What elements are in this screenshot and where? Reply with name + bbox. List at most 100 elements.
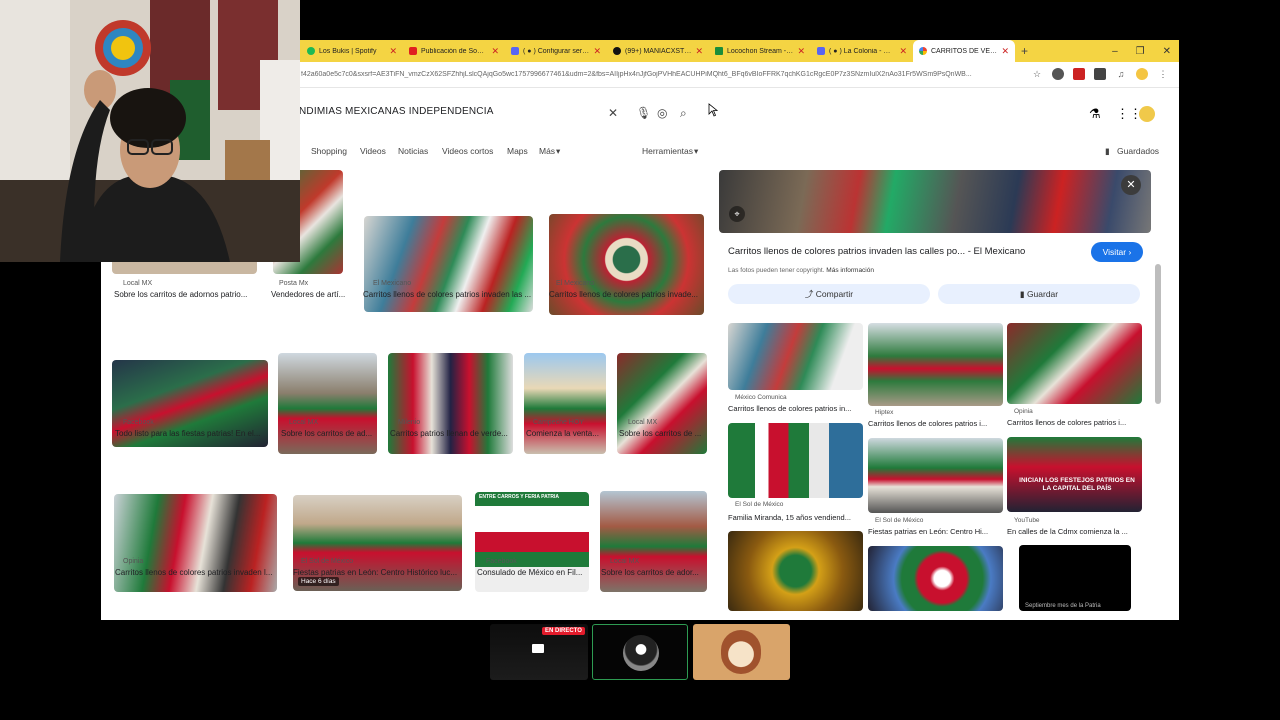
image-result[interactable] xyxy=(114,494,277,592)
close-tab-icon[interactable]: ✕ xyxy=(899,46,907,57)
visit-button[interactable]: Visitar › xyxy=(1091,242,1143,262)
search-icon[interactable]: ⌕ xyxy=(680,106,687,121)
related-image[interactable] xyxy=(728,423,863,498)
guest-source[interactable] xyxy=(693,624,790,680)
media-icon[interactable]: ♫ xyxy=(1115,68,1127,80)
clear-search-icon[interactable]: ✕ xyxy=(608,106,618,120)
filter-mas[interactable]: Más xyxy=(539,146,555,156)
related-image[interactable] xyxy=(868,546,1003,611)
lens-icon[interactable]: ◎ xyxy=(657,106,667,120)
preview-title[interactable]: Carritos llenos de colores patrios invad… xyxy=(728,246,1025,257)
result-title[interactable]: Sobre los carritos de ad... xyxy=(281,429,381,438)
menu-icon[interactable]: ⋮ xyxy=(1157,68,1169,80)
new-tab-button[interactable]: + xyxy=(1021,44,1028,58)
close-tab-icon[interactable]: ✕ xyxy=(1001,46,1009,57)
screen-source[interactable]: EN DIRECTO xyxy=(490,624,588,680)
result-source: Local MX xyxy=(123,280,153,287)
result-title[interactable]: Carritos llenos de colores patrios invad… xyxy=(363,290,533,299)
related-source: Hiptex xyxy=(875,409,894,416)
result-source: Local MX xyxy=(628,419,658,426)
profile-icon[interactable] xyxy=(1136,68,1148,80)
url-text[interactable]: f42a60a0e5c7c0&sxsrf=AE3TiFN_vmzCzX62SFZ… xyxy=(301,71,1021,78)
stream-sources-bar: EN DIRECTO xyxy=(490,624,790,680)
image-result[interactable] xyxy=(388,353,513,454)
related-image[interactable] xyxy=(868,323,1003,406)
camera-source[interactable] xyxy=(592,624,688,680)
preview-image[interactable]: ⌖ ✕ xyxy=(719,170,1151,233)
related-image[interactable] xyxy=(728,531,863,611)
minimize-icon[interactable]: – xyxy=(1112,46,1118,57)
filter-videos-cortos[interactable]: Videos cortos xyxy=(442,146,493,156)
tab-discord-colonia[interactable]: ( ● ) La Colonia - Rol... ✕ xyxy=(811,40,913,62)
image-result[interactable] xyxy=(524,353,606,454)
result-title[interactable]: Carritos llenos de colores patrios invad… xyxy=(549,290,706,299)
image-result[interactable] xyxy=(278,353,377,454)
tab-google-active[interactable]: CARRITOS DE VENDI... ✕ xyxy=(913,40,1015,62)
result-title[interactable]: Carritos patrios llenan de verde... xyxy=(390,429,515,438)
save-button[interactable]: ▮ Guardar xyxy=(938,284,1140,304)
monitor-icon xyxy=(532,644,544,653)
extension-icon[interactable] xyxy=(1073,68,1085,80)
cover-text: ENTRE CARROS Y FERIA PATRIA xyxy=(479,494,560,500)
close-tab-icon[interactable]: ✕ xyxy=(797,46,805,57)
related-title[interactable]: Carritos llenos de colores patrios in... xyxy=(728,404,863,413)
related-image[interactable] xyxy=(868,438,1003,513)
scrollbar[interactable] xyxy=(1155,264,1161,404)
tab-spotify[interactable]: Los Bukis | Spotify ✕ xyxy=(301,40,403,62)
related-title[interactable]: Fiestas patrias en León: Centro Hi... xyxy=(868,527,1003,536)
saved-link[interactable]: Guardados xyxy=(1117,146,1159,156)
tab-discord-config[interactable]: ( ● ) Configurar serv... ✕ xyxy=(505,40,607,62)
avatar[interactable] xyxy=(1139,106,1155,122)
tab-tiktok[interactable]: (99+) MANIACXSTUD... ✕ xyxy=(607,40,709,62)
related-image[interactable] xyxy=(728,323,863,390)
filter-shopping[interactable]: Shopping xyxy=(311,146,347,156)
chevron-down-icon: ▾ xyxy=(694,146,699,156)
close-tab-icon[interactable]: ✕ xyxy=(593,46,601,57)
related-image[interactable] xyxy=(1007,323,1142,404)
result-title[interactable]: Vendedores de artí... xyxy=(271,290,351,299)
related-image[interactable]: INICIAN LOS FESTEJOS PATRIOS EN LA CAPIT… xyxy=(1007,437,1142,512)
close-tab-icon[interactable]: ✕ xyxy=(389,46,397,57)
close-tab-icon[interactable]: ✕ xyxy=(695,46,703,57)
filter-videos[interactable]: Videos xyxy=(360,146,386,156)
lens-search-icon[interactable]: ⌖ xyxy=(729,206,745,222)
extension-icon[interactable] xyxy=(1052,68,1064,80)
avatar xyxy=(721,630,761,674)
tab-label: Locochon Stream - ... xyxy=(727,47,794,55)
related-source: El Sol de México xyxy=(875,517,924,524)
result-title[interactable]: Consulado de México en Fil... xyxy=(477,568,595,577)
tiktok-icon xyxy=(613,47,621,55)
close-window-icon[interactable]: ✕ xyxy=(1163,46,1171,57)
filter-maps[interactable]: Maps xyxy=(507,146,528,156)
image-result[interactable] xyxy=(617,353,707,454)
result-title[interactable]: Comienza la venta... xyxy=(526,429,608,438)
share-button[interactable]: ⤴ Compartir xyxy=(728,284,930,304)
close-icon[interactable]: ✕ xyxy=(1121,175,1141,195)
tab-kick[interactable]: Locochon Stream - ... ✕ xyxy=(709,40,811,62)
image-result[interactable] xyxy=(549,214,704,315)
result-title[interactable]: Sobre los carritos de ... xyxy=(619,429,709,438)
tools-button[interactable]: Herramientas xyxy=(642,146,693,156)
labs-flask-icon[interactable]: ⚗ xyxy=(1089,106,1101,122)
result-title[interactable]: Carritos llenos de colores patrios invad… xyxy=(115,568,280,577)
bookmark-star-icon[interactable]: ☆ xyxy=(1031,68,1043,80)
microphone-icon[interactable]: 🎙 xyxy=(636,106,651,120)
image-result[interactable]: ENTRE CARROS Y FERIA PATRIA xyxy=(475,492,589,592)
result-title[interactable]: Sobre los carritos de adornos patrio... xyxy=(114,290,264,299)
tab-youtube[interactable]: Publicación de Soan... ✕ xyxy=(403,40,505,62)
related-title[interactable]: En calles de la Cdmx comienza la ... xyxy=(1007,527,1142,536)
related-title[interactable]: Carritos llenos de colores patrios i... xyxy=(868,419,1003,428)
result-source: El Mexicano xyxy=(556,280,595,287)
related-video[interactable]: Septiembre mes de la Patria xyxy=(1019,545,1131,611)
result-title[interactable]: Sobre los carritos de ador... xyxy=(601,568,709,577)
related-title[interactable]: Familia Miranda, 15 años vendiend... xyxy=(728,513,863,522)
search-input[interactable]: NDIMIAS MEXICANAS INDEPENDENCIA xyxy=(299,106,494,117)
more-info-link[interactable]: Más información xyxy=(826,267,874,274)
result-title[interactable]: Fiestas patrias en León: Centro Históric… xyxy=(293,568,463,577)
result-title[interactable]: Todo listo para las fiestas patrias! En … xyxy=(115,429,275,438)
close-tab-icon[interactable]: ✕ xyxy=(491,46,499,57)
extension-icon[interactable] xyxy=(1094,68,1106,80)
related-title[interactable]: Carritos llenos de colores patrios i... xyxy=(1007,418,1142,427)
filter-noticias[interactable]: Noticias xyxy=(398,146,428,156)
maximize-icon[interactable]: ❐ xyxy=(1136,46,1145,57)
